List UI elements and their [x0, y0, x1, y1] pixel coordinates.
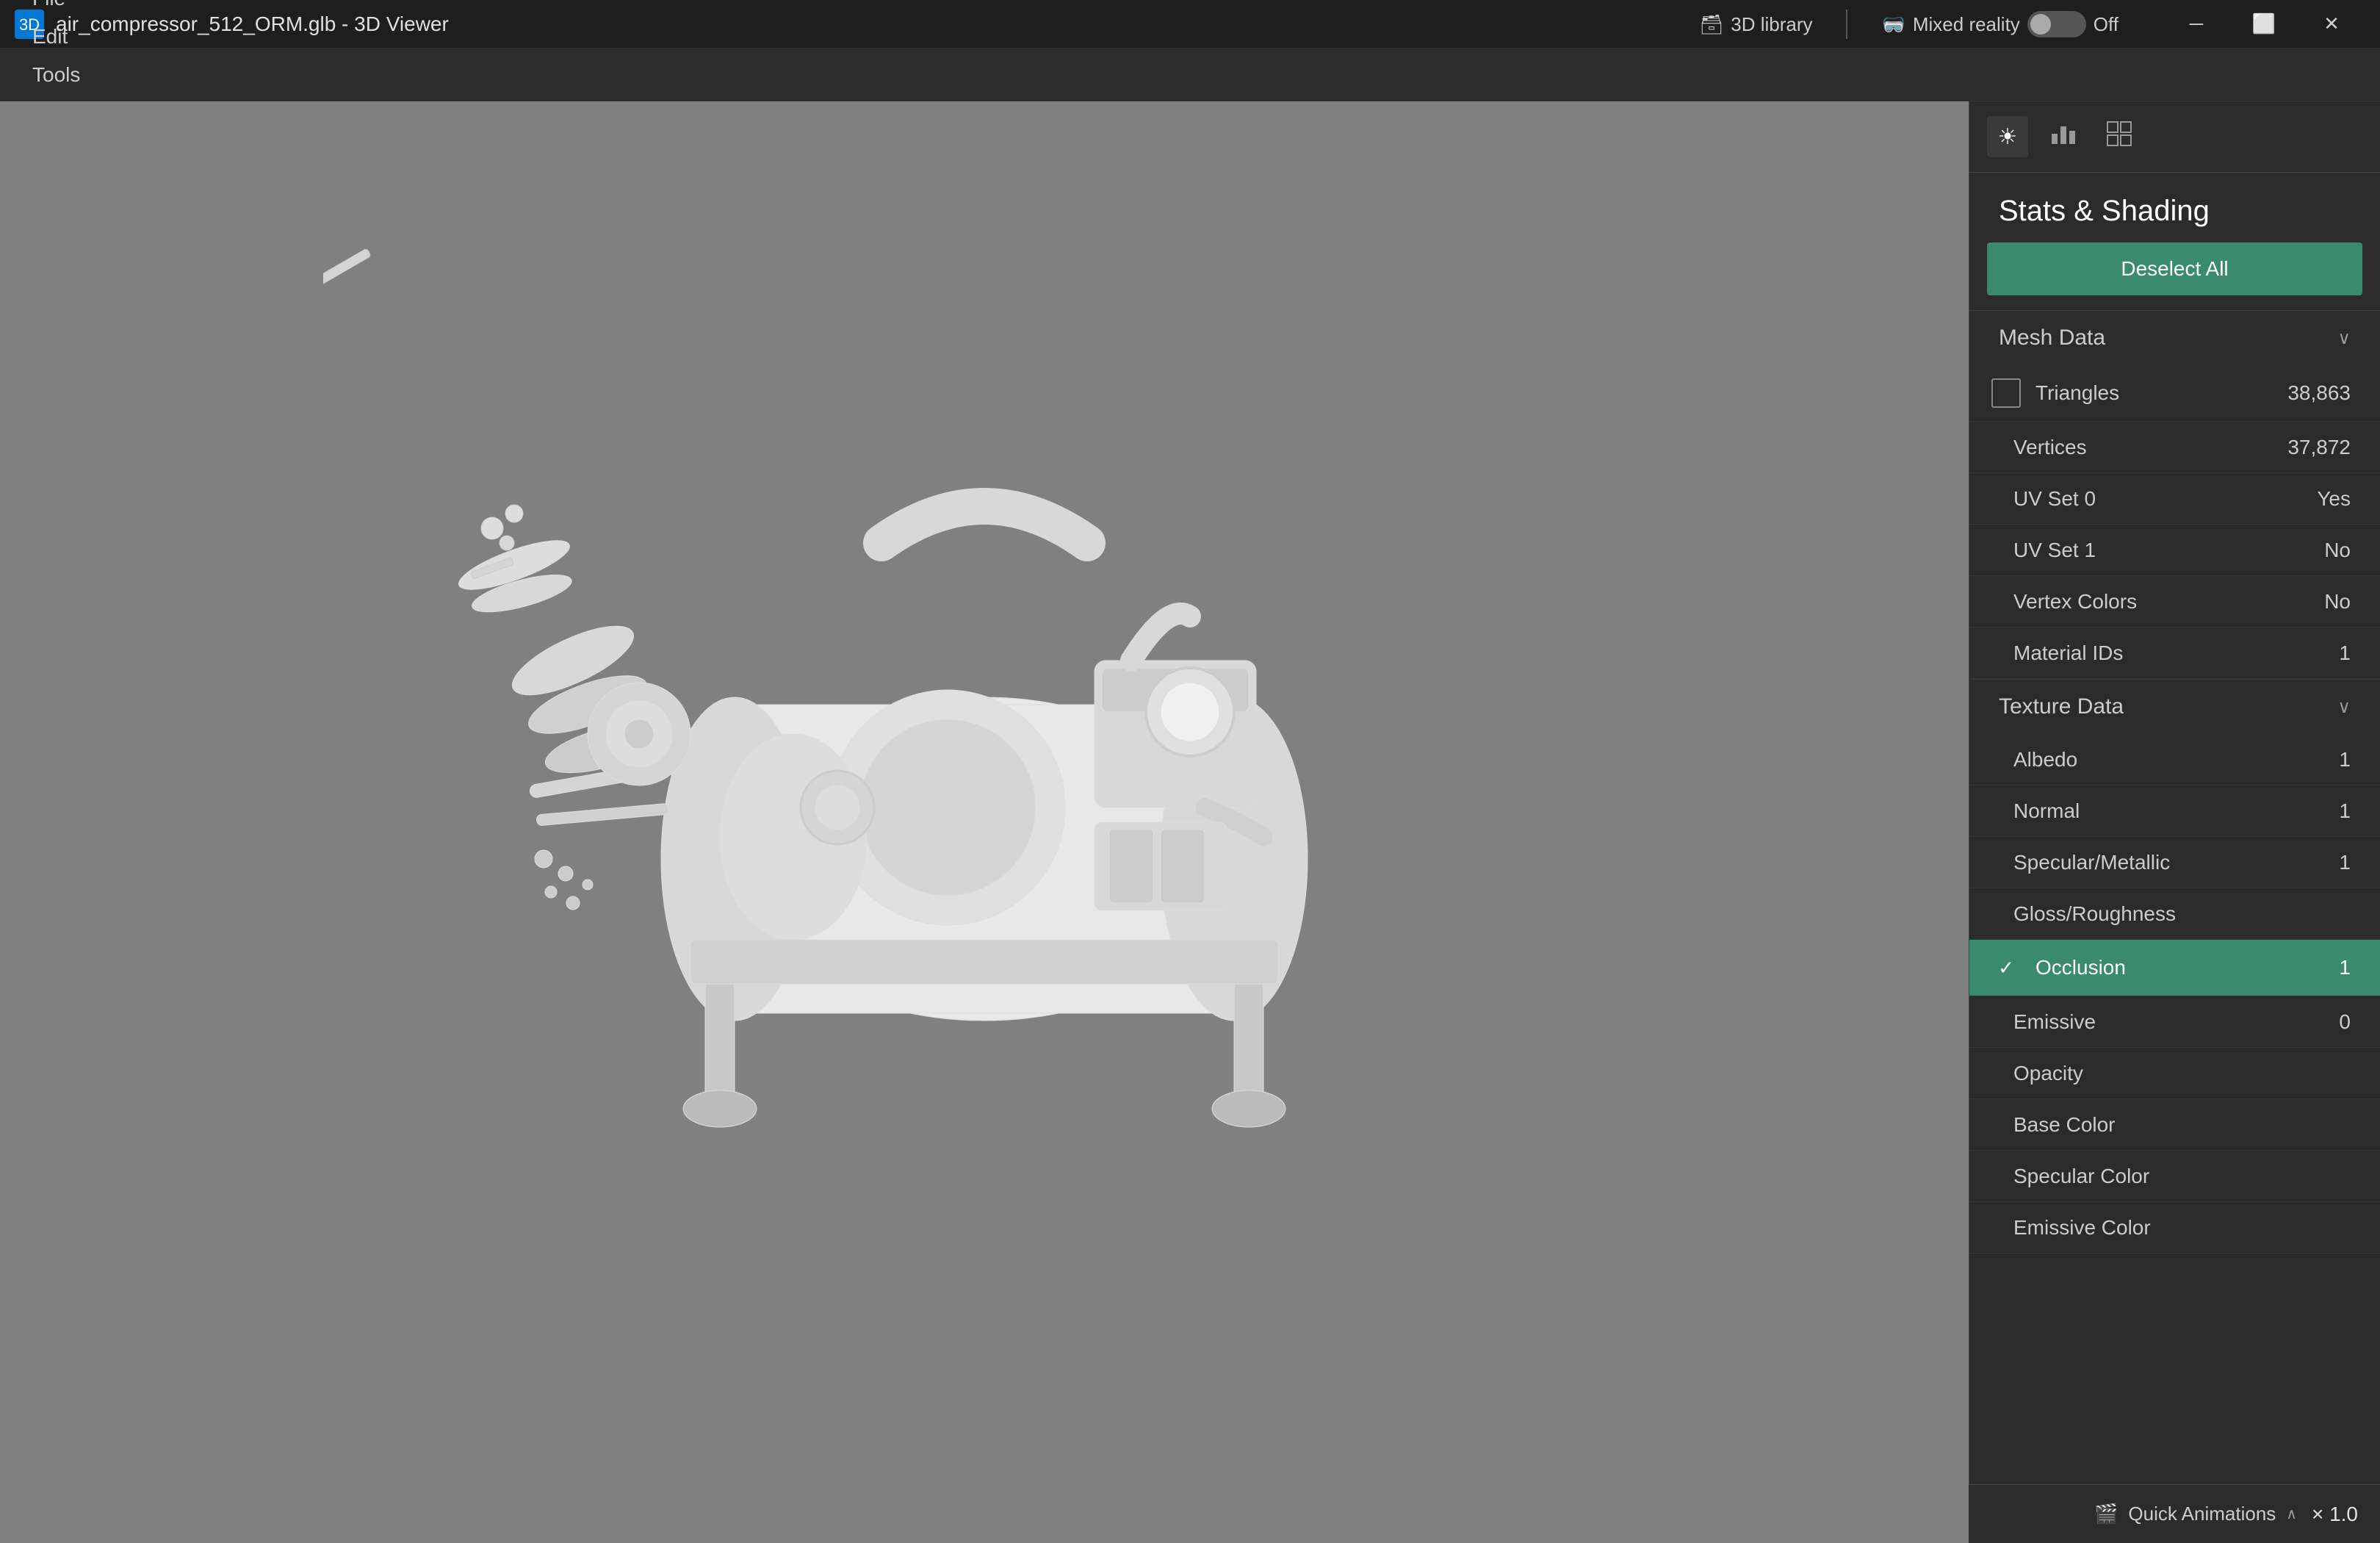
- data-row-vertex_colors: Vertex ColorsNo: [1969, 576, 2380, 627]
- checkbox-triangles[interactable]: [1991, 378, 2021, 408]
- row-label-albedo: Albedo: [2013, 748, 2307, 772]
- model-container: [0, 101, 1969, 1543]
- main-area: ☀: [0, 101, 2380, 1543]
- data-row-emissive: Emissive0: [1969, 996, 2380, 1048]
- menubar: FileEditToolsViewHelp 🗃 3D library 🥽 Mix…: [0, 48, 2380, 101]
- row-value-specular_metallic: 1: [2307, 851, 2351, 874]
- row-label-material_ids: Material IDs: [2013, 641, 2307, 665]
- library-label: 3D library: [1731, 13, 1812, 36]
- menu-item-edit[interactable]: Edit: [15, 18, 98, 56]
- row-label-gloss_roughness: Gloss/Roughness: [2013, 902, 2351, 926]
- row-label-vertex_colors: Vertex Colors: [2013, 590, 2307, 614]
- row-value-uv_set_0: Yes: [2307, 487, 2351, 511]
- row-label-emissive: Emissive: [2013, 1010, 2307, 1034]
- row-label-opacity: Opacity: [2013, 1062, 2351, 1085]
- mesh-data-title: Mesh Data: [1999, 325, 2105, 350]
- mesh-data-section-header[interactable]: Mesh Data ∨: [1969, 310, 2380, 365]
- row-value-normal: 1: [2307, 799, 2351, 823]
- row-value-uv_set_1: No: [2307, 539, 2351, 562]
- panel-tabs: ☀: [1969, 101, 2380, 173]
- deselect-all-button[interactable]: Deselect All: [1987, 242, 2362, 295]
- tab-grid[interactable]: [2099, 116, 2140, 157]
- mixed-reality-icon: 🥽: [1881, 13, 1905, 36]
- bottom-bar: 🎬 Quick Animations ∧ × 1.0: [1969, 1484, 2380, 1543]
- row-value-albedo: 1: [2307, 748, 2351, 772]
- mesh-data-chevron: ∨: [2337, 328, 2351, 349]
- toggle-track: [2027, 11, 2086, 37]
- row-label-emissive_color: Emissive Color: [2013, 1216, 2351, 1240]
- quick-animations-label: Quick Animations: [2128, 1503, 2276, 1525]
- top-toolbar: 🗃 3D library 🥽 Mixed reality Off: [1687, 0, 2380, 48]
- checkbox-occlusion[interactable]: [1991, 953, 2021, 982]
- row-label-specular_metallic: Specular/Metallic: [2013, 851, 2307, 874]
- scale-label: × 1.0: [2312, 1503, 2358, 1526]
- toolbar-divider: [1846, 10, 1847, 39]
- data-row-specular_color: Specular Color: [1969, 1151, 2380, 1202]
- viewport[interactable]: [0, 101, 1969, 1543]
- row-value-occlusion: 1: [2307, 956, 2351, 979]
- toggle-state-label: Off: [2094, 13, 2118, 36]
- grid-icon: [2106, 121, 2132, 153]
- mesh-data-rows: Triangles38,863Vertices37,872UV Set 0Yes…: [1969, 365, 2380, 679]
- data-row-vertices: Vertices37,872: [1969, 422, 2380, 473]
- data-row-specular_metallic: Specular/Metallic1: [1969, 837, 2380, 888]
- data-row-albedo: Albedo1: [1969, 734, 2380, 785]
- model-svg: [323, 234, 1645, 1410]
- data-row-triangles[interactable]: Triangles 38,863: [1969, 365, 2380, 422]
- data-row-base_color: Base Color: [1969, 1099, 2380, 1151]
- data-row-normal: Normal1: [1969, 785, 2380, 837]
- data-row-gloss_roughness: Gloss/Roughness: [1969, 888, 2380, 940]
- quick-animations-chevron: ∧: [2286, 1505, 2297, 1523]
- row-label-specular_color: Specular Color: [2013, 1165, 2351, 1188]
- toggle-thumb: [2030, 14, 2051, 35]
- data-row-uv_set_1: UV Set 1No: [1969, 525, 2380, 576]
- panel-content: Stats & Shading Deselect All Mesh Data ∨…: [1969, 173, 2380, 1543]
- row-value-triangles: 38,863: [2287, 381, 2351, 405]
- film-icon: 🎬: [2094, 1503, 2118, 1525]
- row-label-vertices: Vertices: [2013, 436, 2287, 459]
- texture-data-rows: Albedo1Normal1Specular/Metallic1Gloss/Ro…: [1969, 734, 2380, 1254]
- window-title: air_compressor_512_ORM.glb - 3D Viewer: [56, 12, 449, 36]
- row-value-vertices: 37,872: [2287, 436, 2351, 459]
- 3d-library-button[interactable]: 🗃 3D library: [1687, 7, 1824, 42]
- mixed-reality-toggle[interactable]: 🥽 Mixed reality Off: [1869, 5, 2130, 43]
- library-icon: 🗃: [1699, 13, 1723, 36]
- tab-stats-shading[interactable]: ☀: [1987, 116, 2028, 157]
- texture-data-chevron: ∨: [2337, 697, 2351, 718]
- chart-icon: [2050, 121, 2077, 153]
- right-panel: ☀: [1969, 101, 2380, 1543]
- mixed-reality-label: Mixed reality: [1913, 13, 2020, 36]
- panel-title: Stats & Shading: [1969, 173, 2380, 242]
- data-row-material_ids: Material IDs1: [1969, 627, 2380, 679]
- data-row-occlusion[interactable]: Occlusion 1: [1969, 940, 2380, 996]
- row-label-uv_set_1: UV Set 1: [2013, 539, 2307, 562]
- row-value-material_ids: 1: [2307, 641, 2351, 665]
- menu-item-file[interactable]: File: [15, 0, 98, 18]
- row-label-triangles: Triangles: [2035, 381, 2273, 405]
- data-row-emissive_color: Emissive Color: [1969, 1202, 2380, 1254]
- menu-item-tools[interactable]: Tools: [15, 56, 98, 94]
- tab-chart[interactable]: [2043, 116, 2084, 157]
- texture-data-title: Texture Data: [1999, 694, 2124, 719]
- texture-data-section-header[interactable]: Texture Data ∨: [1969, 679, 2380, 734]
- data-row-uv_set_0: UV Set 0Yes: [1969, 473, 2380, 525]
- row-value-vertex_colors: No: [2307, 590, 2351, 614]
- row-label-base_color: Base Color: [2013, 1113, 2351, 1137]
- data-row-opacity: Opacity: [1969, 1048, 2380, 1099]
- sun-icon: ☀: [1998, 124, 2018, 150]
- row-label-occlusion: Occlusion: [2035, 956, 2292, 979]
- quick-animations-item[interactable]: 🎬 Quick Animations ∧: [2094, 1503, 2297, 1525]
- row-label-normal: Normal: [2013, 799, 2307, 823]
- row-value-emissive: 0: [2307, 1010, 2351, 1034]
- row-label-uv_set_0: UV Set 0: [2013, 487, 2307, 511]
